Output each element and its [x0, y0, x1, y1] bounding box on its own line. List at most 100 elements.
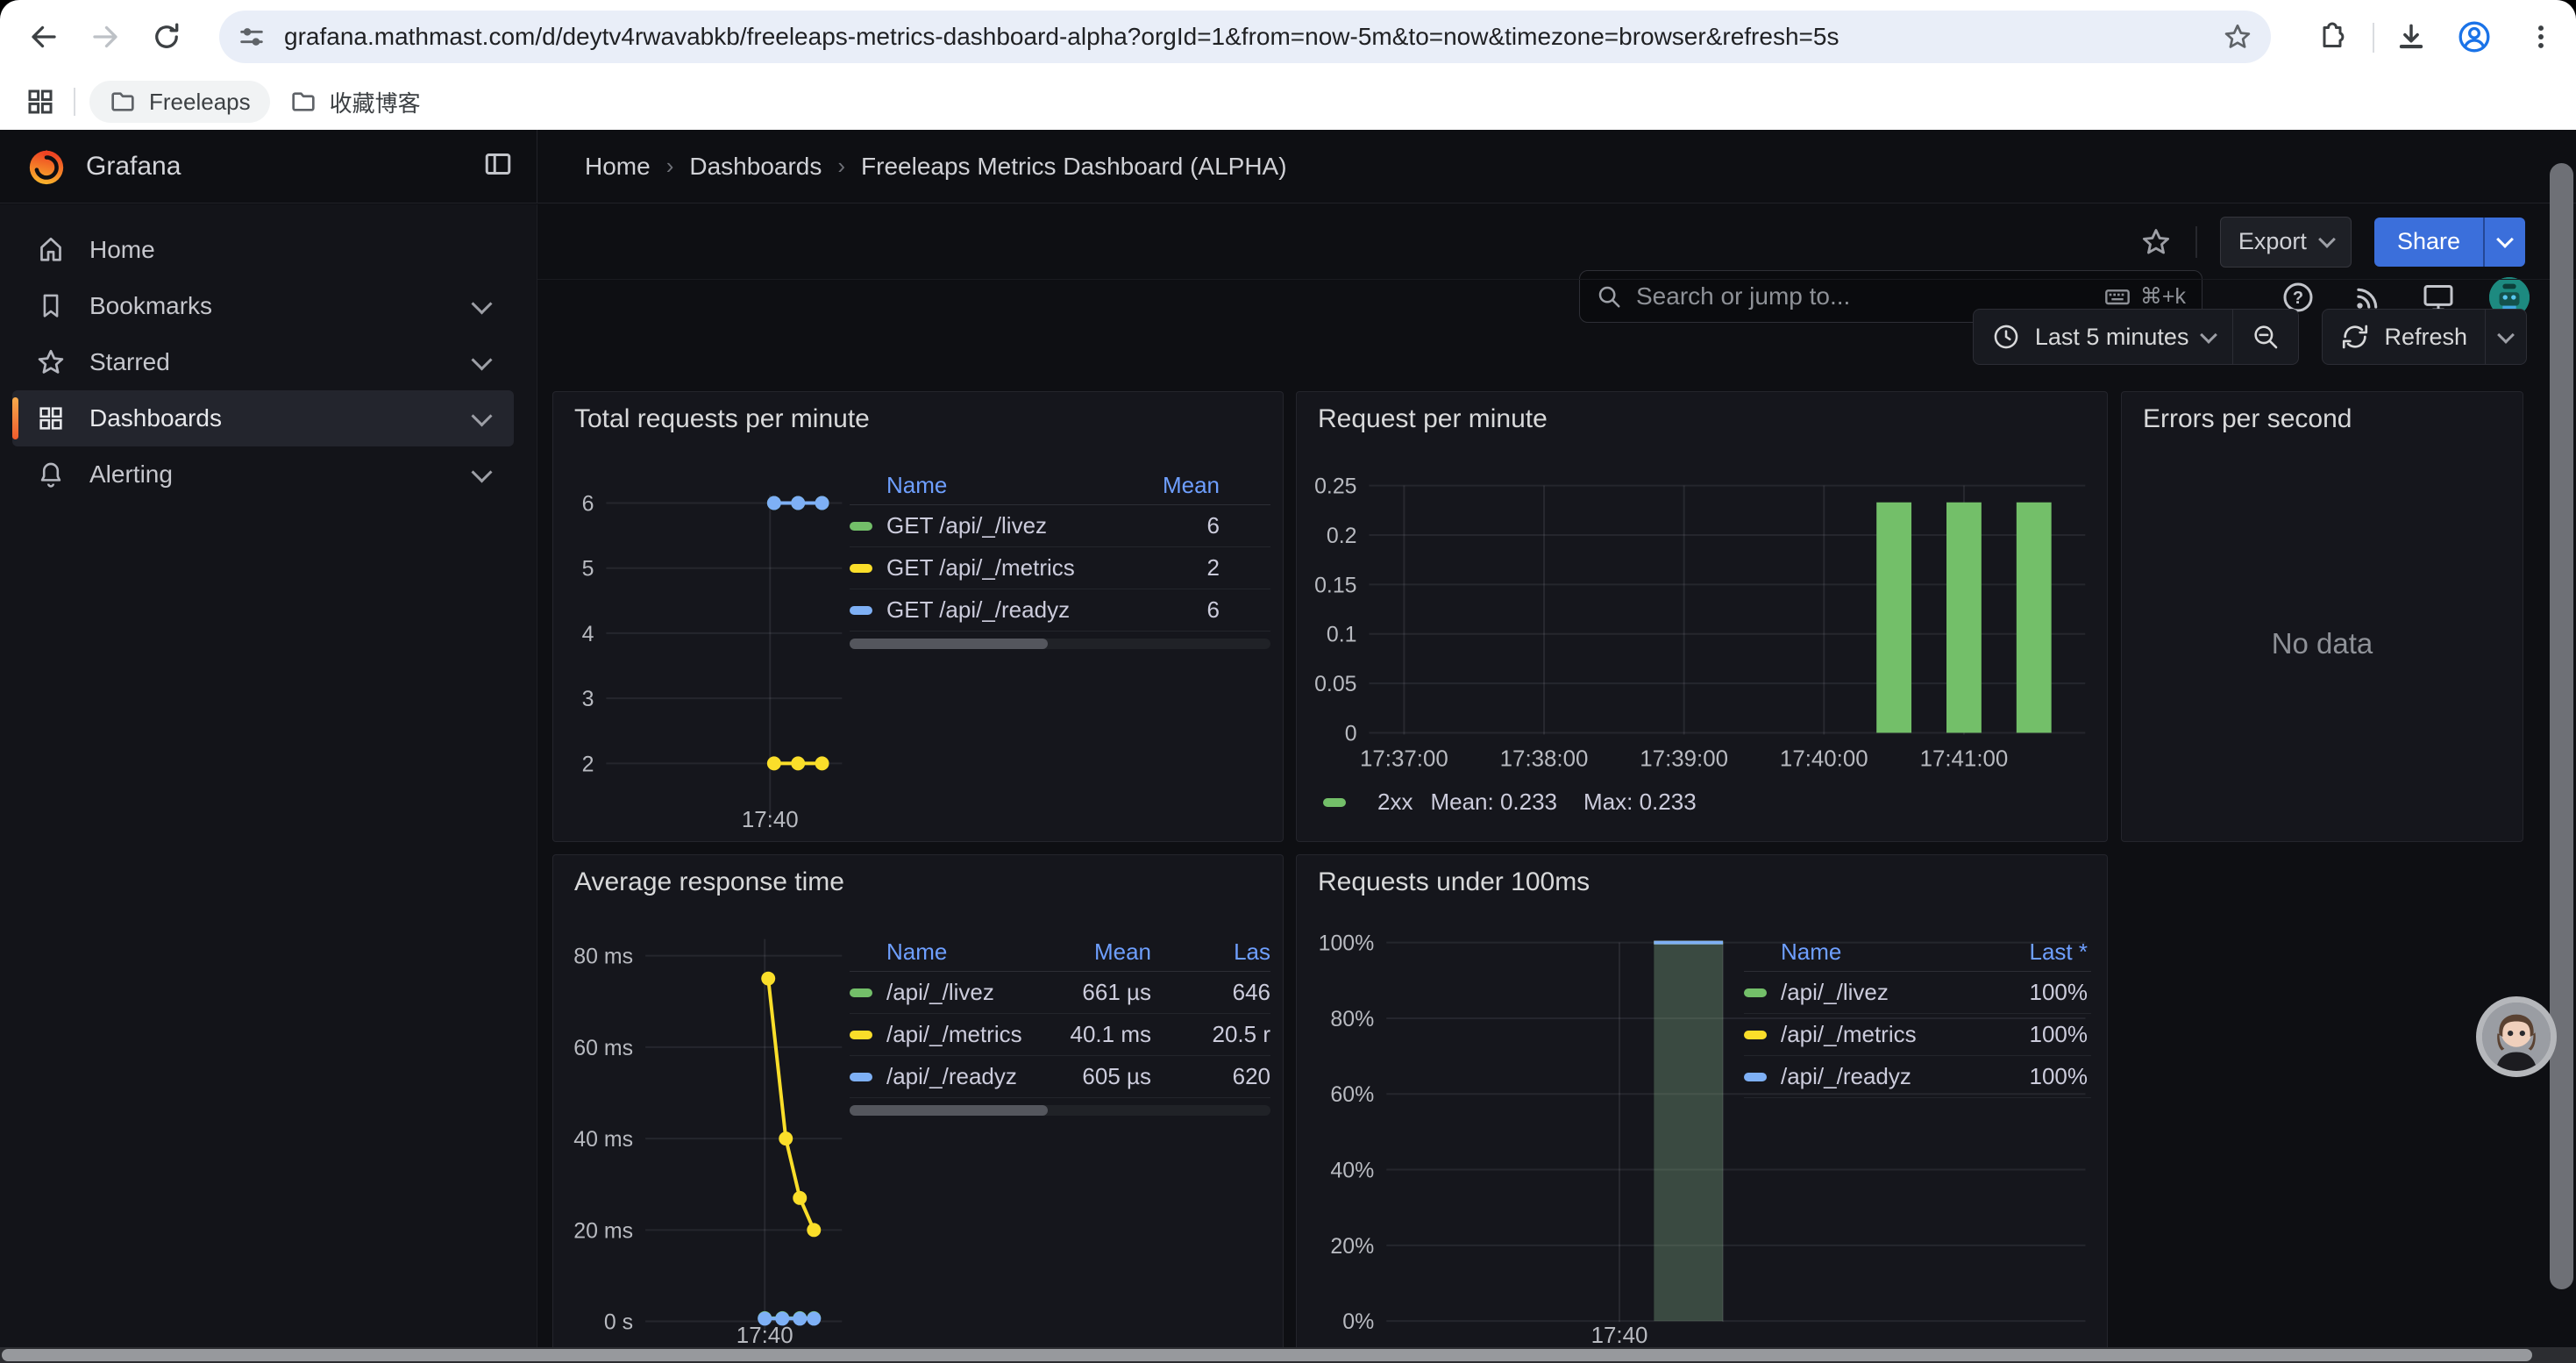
y-tick-label: 4: [582, 622, 594, 646]
panel-total-requests-per-minute: Total requests per minute 6543217:40 Nam…: [552, 391, 1284, 842]
legend-series-name[interactable]: /api/_/metrics: [886, 1021, 1028, 1048]
legend-scrollbar-thumb[interactable]: [850, 1105, 1048, 1116]
search-shortcut: ⌘+k: [2103, 282, 2186, 310]
legend-series-name[interactable]: GET /api/_/metrics: [886, 554, 1141, 582]
search-icon: [1596, 283, 1622, 310]
legend-series-name[interactable]: GET /api/_/readyz: [886, 596, 1141, 624]
sidebar-toggle-button[interactable]: [482, 148, 514, 184]
y-tick-label: 0.15: [1314, 573, 1356, 597]
search-input[interactable]: [1634, 282, 2091, 311]
sidebar-item-bookmarks[interactable]: Bookmarks: [12, 278, 514, 334]
legend-series-name[interactable]: /api/_/livez: [886, 979, 1028, 1006]
breadcrumb-dashboards[interactable]: Dashboards: [689, 153, 822, 181]
legend-series-name[interactable]: /api/_/metrics: [1781, 1021, 1982, 1048]
assistant-avatar-widget[interactable]: [2476, 996, 2557, 1077]
panel-title[interactable]: Requests under 100ms: [1318, 867, 1590, 897]
data-point: [793, 1191, 807, 1205]
star-icon: [2139, 225, 2173, 259]
data-point: [767, 756, 781, 770]
refresh-interval-button[interactable]: [2486, 310, 2526, 364]
browser-toolbar: grafana.mathmast.com/d/deytv4rwavabkb/fr…: [0, 0, 2576, 74]
share-menu-button[interactable]: [2483, 218, 2525, 267]
legend-column-header[interactable]: Mean: [1028, 938, 1151, 966]
legend-row: /api/_/livez661 µs646: [850, 972, 1270, 1014]
legend-value: 2: [1141, 554, 1220, 582]
profile-button[interactable]: [2451, 14, 2497, 60]
horizontal-scrollbar-track[interactable]: [0, 1347, 2576, 1363]
panel-left-icon: [482, 148, 514, 180]
back-arrow-icon: [28, 21, 60, 53]
breadcrumb-home[interactable]: Home: [585, 153, 651, 181]
legend-swatch: [850, 988, 872, 997]
legend-series-name[interactable]: 2xx: [1377, 789, 1413, 816]
data-point: [767, 496, 781, 510]
y-tick-label: 0.1: [1327, 623, 1357, 647]
legend-scrollbar[interactable]: [850, 1105, 1270, 1116]
bookmark-folder-blogs[interactable]: 收藏博客: [270, 81, 440, 123]
horizontal-scrollbar-thumb[interactable]: [2, 1349, 2532, 1361]
panel-title[interactable]: Total requests per minute: [574, 404, 870, 434]
extensions-button[interactable]: [2309, 14, 2355, 60]
refresh-button[interactable]: Refresh: [2323, 310, 2485, 364]
bar: [1876, 503, 1911, 733]
chevron-down-icon: [471, 349, 492, 370]
legend-column-header[interactable]: Las: [1165, 938, 1270, 966]
apps-shortcut[interactable]: [25, 86, 56, 118]
legend-series-name[interactable]: /api/_/readyz: [886, 1063, 1028, 1090]
forward-button[interactable]: [81, 12, 130, 61]
address-bar[interactable]: grafana.mathmast.com/d/deytv4rwavabkb/fr…: [219, 11, 2271, 63]
downloads-button[interactable]: [2388, 14, 2434, 60]
brand-name[interactable]: Grafana: [86, 152, 181, 182]
back-button[interactable]: [19, 12, 68, 61]
bookmark-folder-freeleaps[interactable]: Freeleaps: [89, 81, 270, 123]
legend-header: NameMean: [850, 466, 1270, 505]
refresh-label: Refresh: [2384, 324, 2467, 351]
legend-series-name[interactable]: /api/_/readyz: [1781, 1063, 1982, 1090]
screen: grafana.mathmast.com/d/deytv4rwavabkb/fr…: [0, 0, 2576, 1363]
x-tick-label: 17:39:00: [1640, 746, 1728, 771]
legend-swatch: [850, 1073, 872, 1081]
legend-swatch: [1744, 1073, 1767, 1081]
legend-row: GET /api/_/livez6: [850, 505, 1270, 547]
legend-value: 100%: [1982, 1021, 2088, 1048]
browser-menu-button[interactable]: [2518, 14, 2564, 60]
grafana-logo[interactable]: [26, 146, 67, 187]
site-settings-icon[interactable]: [237, 22, 267, 52]
legend-series-name[interactable]: /api/_/livez: [1781, 979, 1982, 1006]
breadcrumb-current[interactable]: Freeleaps Metrics Dashboard (ALPHA): [861, 153, 1287, 181]
reload-button[interactable]: [142, 12, 191, 61]
panel-title[interactable]: Request per minute: [1318, 404, 1548, 434]
panel-title[interactable]: Errors per second: [2143, 404, 2352, 434]
legend-swatch: [1323, 798, 1346, 807]
bookmarks-divider: [74, 88, 75, 116]
chevron-down-icon: [2201, 326, 2218, 344]
export-button[interactable]: Export: [2220, 217, 2352, 268]
x-tick-label: 17:41:00: [1920, 746, 2009, 771]
legend-column-name[interactable]: Name: [850, 938, 1028, 966]
zoom-out-button[interactable]: [2233, 310, 2298, 364]
panel-title[interactable]: Average response time: [574, 867, 844, 897]
legend-scrollbar[interactable]: [850, 639, 1270, 649]
legend-row: GET /api/_/readyz6: [850, 589, 1270, 632]
legend-column-name[interactable]: Name: [1744, 938, 1982, 966]
legend-column-name[interactable]: Name: [850, 472, 1141, 499]
legend-swatch: [850, 522, 872, 531]
favorite-star-button[interactable]: [2139, 225, 2173, 259]
share-button[interactable]: Share: [2374, 218, 2525, 267]
vertical-scrollbar[interactable]: [2550, 163, 2573, 1289]
no-data-message: No data: [2122, 627, 2523, 660]
sidebar-item-alerting[interactable]: Alerting: [12, 446, 514, 503]
chevron-down-icon: [2496, 231, 2514, 248]
sidebar-item-dashboards[interactable]: Dashboards: [12, 390, 514, 446]
sidebar-item-starred[interactable]: Starred: [12, 334, 514, 390]
bookmark-star-icon[interactable]: [2222, 21, 2253, 53]
time-range-button[interactable]: Last 5 minutes: [1974, 310, 2233, 364]
legend-column-header[interactable]: Last *: [1982, 938, 2088, 966]
sidebar-item-home[interactable]: Home: [12, 222, 514, 278]
legend-column-header[interactable]: Mean: [1141, 472, 1220, 499]
legend-scrollbar-thumb[interactable]: [850, 639, 1048, 649]
data-point: [815, 496, 829, 510]
legend-series-name[interactable]: GET /api/_/livez: [886, 512, 1141, 539]
legend-stats: Mean: 0.233 Max: 0.233: [1430, 789, 1696, 816]
forward-arrow-icon: [89, 21, 121, 53]
